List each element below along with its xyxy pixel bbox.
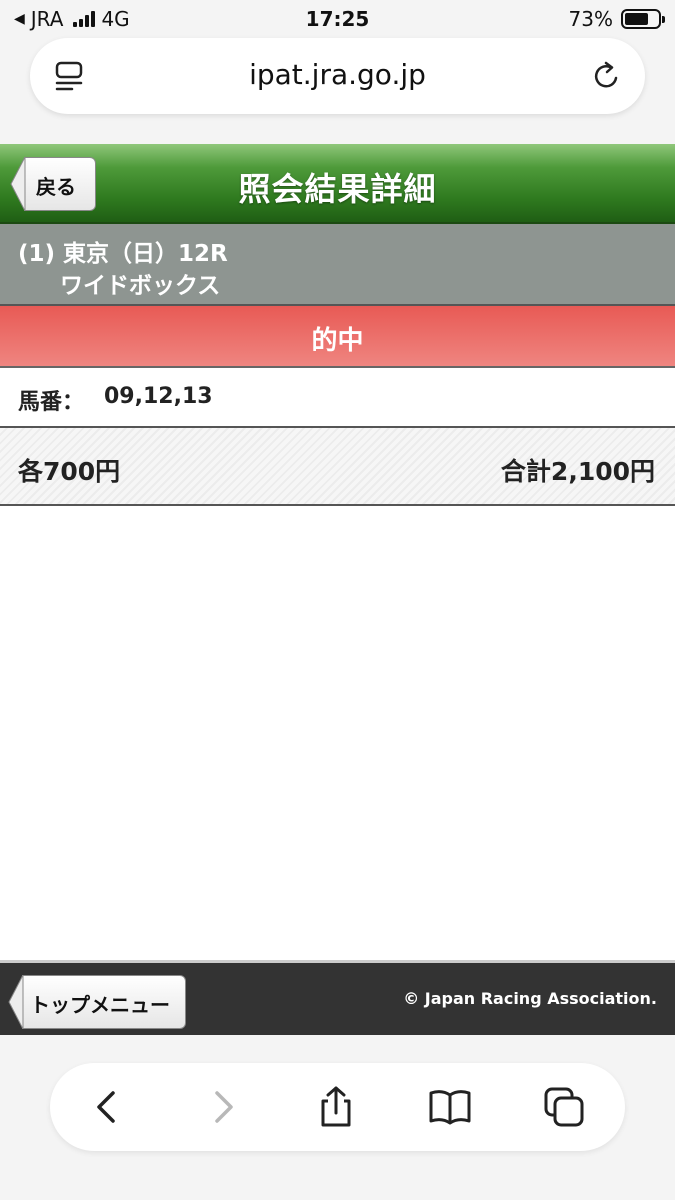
page-title: 照会結果詳細 [238, 170, 437, 208]
amount-row: 各700円 合計2,100円 [0, 428, 675, 506]
browser-back-button[interactable] [86, 1085, 130, 1129]
battery-icon [621, 9, 665, 29]
chevron-left-icon [97, 1091, 115, 1123]
address-bar[interactable]: ipat.jra.go.jp [30, 38, 645, 114]
browser-chrome-bottom [0, 1035, 675, 1200]
horse-numbers-value: 09,12,13 [104, 384, 213, 409]
status-right: 73% [568, 7, 665, 31]
battery-percent: 73% [568, 7, 613, 31]
amount-each: 各700円 [18, 457, 121, 486]
page-header: 戻る 照会結果詳細 [0, 144, 675, 224]
status-bar: ◀ JRA 4G 17:25 73% [0, 0, 675, 38]
url-text: ipat.jra.go.jp [249, 58, 426, 91]
bet-type: ワイドボックス [60, 273, 221, 299]
race-info: (1) 東京（日）12R ワイドボックス [0, 224, 675, 306]
page-footer: トップメニュー © Japan Racing Association. [0, 960, 675, 1035]
bookmarks-button[interactable] [428, 1085, 472, 1129]
horse-numbers-row: 馬番： 09,12,13 [0, 368, 675, 428]
top-menu-button[interactable]: トップメニュー [8, 975, 188, 1029]
amount-total: 合計2,100円 [500, 457, 655, 486]
top-menu-arrow-icon [8, 975, 24, 1029]
page: ◀ JRA 4G 17:25 73% ipat.jra.go.jp 戻る 照会結… [0, 0, 675, 1200]
copyright: © Japan Racing Association. [403, 989, 657, 1008]
browser-chrome-top: ipat.jra.go.jp [0, 38, 675, 144]
browser-toolbar [50, 1063, 625, 1151]
browser-forward-button[interactable] [200, 1085, 244, 1129]
result-banner: 的中 [0, 306, 675, 368]
tabs-button[interactable] [542, 1085, 586, 1129]
race-name: (1) 東京（日）12R [18, 241, 228, 267]
tabs-icon [544, 1087, 584, 1127]
horse-numbers-label: 馬番： [18, 390, 85, 415]
share-icon [321, 1086, 351, 1127]
book-icon [429, 1090, 471, 1125]
top-menu-label: トップメニュー [30, 993, 170, 1017]
share-button[interactable] [314, 1085, 358, 1129]
result-status: 的中 [311, 326, 364, 356]
chevron-right-icon [215, 1091, 233, 1123]
reload-icon[interactable] [591, 58, 623, 94]
